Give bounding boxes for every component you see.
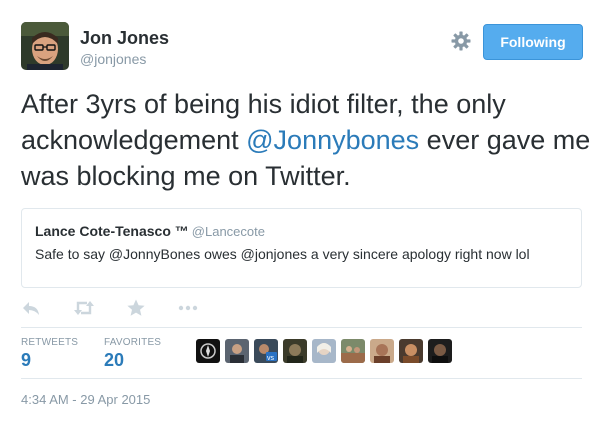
favoriter-avatar[interactable] [283,339,307,363]
favoriter-avatar[interactable] [399,339,423,363]
divider [21,378,582,379]
quoted-author: Lance Cote-Tenasco ™ @Lancecote [35,223,265,239]
favoriter-avatar[interactable] [312,339,336,363]
reply-icon[interactable] [21,298,45,320]
author-avatar[interactable] [21,22,69,70]
quoted-author-handle: @Lancecote [191,224,265,239]
retweets-label: RETWEETS [21,337,79,348]
favorites-label: FAVORITES [104,337,162,348]
svg-text:vs: vs [267,355,275,362]
favoriter-avatar[interactable] [341,339,365,363]
tweet-text: After 3yrs of being his idiot filter, th… [21,86,591,194]
favoriter-avatar[interactable] [196,339,220,363]
favorites-count[interactable]: 20 [104,350,124,371]
retweets-count[interactable]: 9 [21,350,31,371]
favoriter-avatar[interactable] [225,339,249,363]
tweet-card: Jon Jones @jonjones Following After 3yrs… [0,0,600,429]
divider [21,327,582,328]
favoriter-avatar[interactable]: vs [254,339,278,363]
favorite-star-icon[interactable] [126,298,150,320]
favoriter-avatar[interactable] [428,339,452,363]
more-icon[interactable] [177,298,201,320]
gear-icon[interactable] [450,30,472,52]
mention-link[interactable]: @Jonnybones [246,125,419,155]
following-button[interactable]: Following [483,24,583,60]
author-handle[interactable]: @jonjones [80,51,146,67]
quoted-tweet-text: Safe to say @JonnyBones owes @jonjones a… [35,246,530,262]
author-name[interactable]: Jon Jones [80,28,169,49]
quoted-tweet[interactable]: Lance Cote-Tenasco ™ @Lancecote Safe to s… [21,208,582,288]
quoted-author-name: Lance Cote-Tenasco ™ [35,223,189,239]
retweet-icon[interactable] [73,298,97,320]
favoriter-avatar[interactable] [370,339,394,363]
tweet-timestamp[interactable]: 4:34 AM - 29 Apr 2015 [21,392,150,407]
